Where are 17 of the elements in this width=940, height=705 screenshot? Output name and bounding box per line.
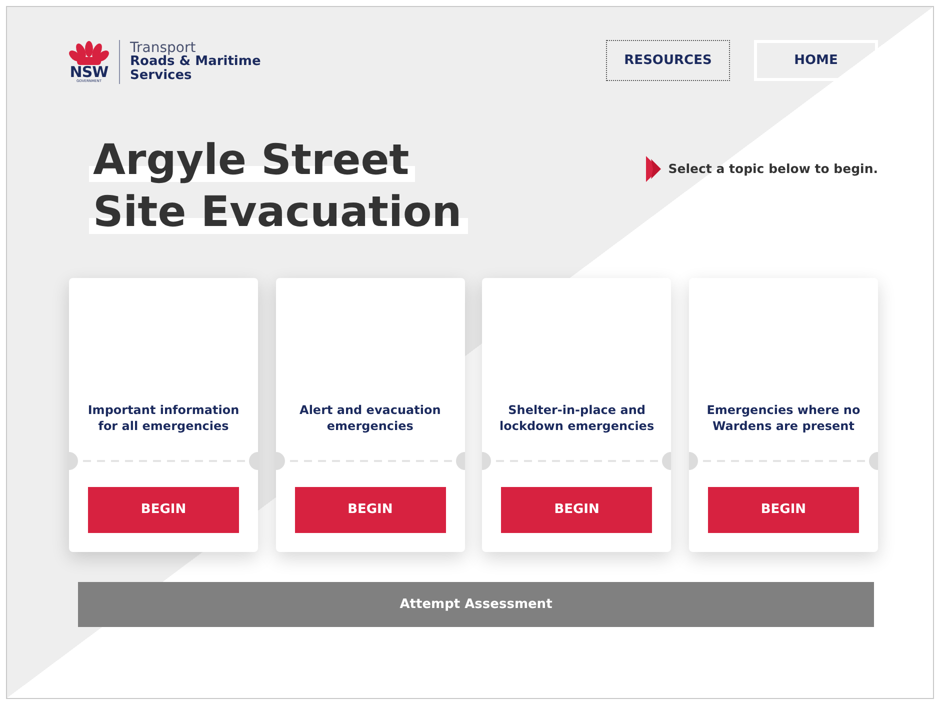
division-name: Services	[130, 69, 193, 83]
topic-title: Alert and evacuation emergencies	[298, 402, 442, 434]
logo-mark-text: NSW	[70, 64, 108, 80]
attempt-assessment-button[interactable]: Attempt Assessment	[78, 582, 874, 627]
topic-title: Important information for all emergencies	[86, 402, 240, 434]
begin-button[interactable]: BEGIN	[708, 487, 859, 533]
begin-button[interactable]: BEGIN	[294, 487, 446, 533]
begin-button[interactable]: BEGIN	[88, 487, 239, 533]
topic-title: Emergencies where no Wardens are present	[706, 402, 862, 434]
waratah-icon	[69, 40, 109, 65]
agency-name: Transport	[130, 41, 196, 56]
nav-button[interactable]: HOME	[754, 40, 878, 81]
begin-button[interactable]: BEGIN	[501, 487, 652, 533]
instruction-text: Select a topic below to begin.	[668, 160, 878, 178]
division-name: Roads & Maritime	[130, 55, 261, 69]
topic-title: Shelter-in-place and lockdown emergencies	[498, 402, 656, 434]
nav-button[interactable]: RESOURCES	[606, 40, 730, 81]
